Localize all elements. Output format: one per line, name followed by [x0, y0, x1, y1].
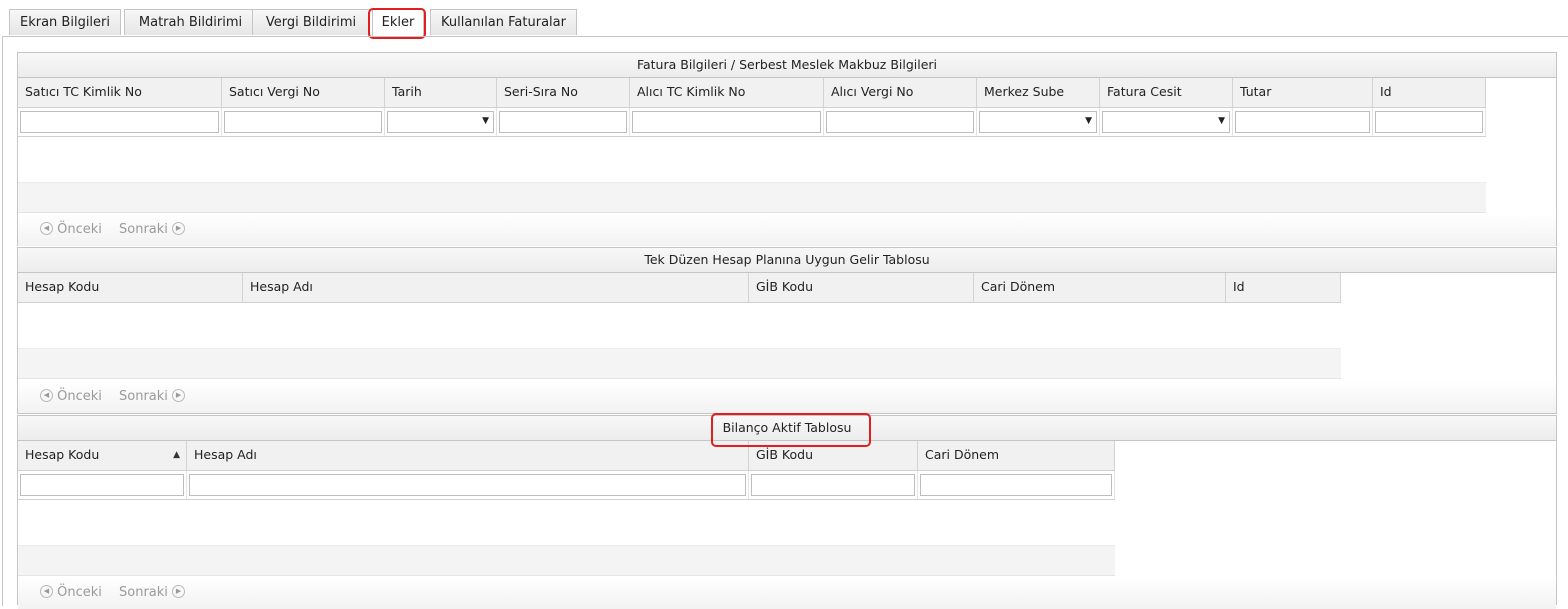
- filter-cell: [18, 108, 222, 136]
- panel-title: Tek Düzen Hesap Planına Uygun Gelir Tabl…: [18, 248, 1556, 273]
- column-header[interactable]: GİB Kodu: [749, 273, 974, 302]
- column-header[interactable]: Hesap Kodu: [18, 273, 243, 302]
- dropdown-arrow-icon: ▼: [1085, 116, 1092, 126]
- previous-page-button[interactable]: ◀ Önceki: [40, 577, 102, 609]
- satici-tc-filter-input[interactable]: [20, 111, 219, 133]
- panel-title: Bilanço Aktif Tablosu: [18, 416, 1556, 441]
- next-icon: ▶: [172, 222, 186, 235]
- gib-kodu-filter-input[interactable]: [751, 474, 915, 496]
- gelir-tablosu-panel: Tek Düzen Hesap Planına Uygun Gelir Tabl…: [17, 247, 1557, 414]
- fatura-bilgileri-panel: Fatura Bilgileri / Serbest Meslek Makbuz…: [17, 52, 1557, 246]
- column-header[interactable]: Satıcı TC Kimlik No: [18, 78, 222, 107]
- merkez-sube-filter-select[interactable]: ▼: [979, 111, 1097, 133]
- column-header[interactable]: Fatura Cesit: [1100, 78, 1233, 107]
- tutar-filter-input[interactable]: [1235, 111, 1370, 133]
- tab-vergi-bildirimi[interactable]: Vergi Bildirimi: [252, 9, 370, 35]
- bilanco-aktif-panel: Bilanço Aktif Tablosu Hesap Kodu ▲ Hesap …: [17, 415, 1557, 609]
- filter-cell: [824, 108, 977, 136]
- filter-cell: ▼: [1100, 108, 1233, 136]
- column-header[interactable]: Hesap Adı: [187, 441, 749, 470]
- filter-cell: ▼: [977, 108, 1100, 136]
- pager: ◀ Önceki Sonraki ▶: [18, 381, 1556, 413]
- id-filter-input[interactable]: [1375, 111, 1483, 133]
- alici-tc-filter-input[interactable]: [632, 111, 821, 133]
- tab-matrah-bildirimi[interactable]: Matrah Bildirimi: [124, 9, 257, 35]
- previous-label: Önceki: [57, 585, 102, 600]
- previous-icon: ◀: [40, 585, 53, 598]
- column-header[interactable]: GİB Kodu: [749, 441, 918, 470]
- column-header[interactable]: Seri-Sıra No: [497, 78, 630, 107]
- filter-cell: [1233, 108, 1373, 136]
- hesap-kodu-filter-input[interactable]: [20, 474, 184, 496]
- filter-cell: [187, 471, 749, 499]
- grid-row: [18, 545, 1115, 576]
- column-header[interactable]: Alıcı Vergi No: [824, 78, 977, 107]
- previous-page-button[interactable]: ◀ Önceki: [40, 214, 102, 246]
- next-icon: ▶: [172, 585, 186, 598]
- column-header[interactable]: Cari Dönem: [918, 441, 1115, 470]
- filter-cell: [630, 108, 824, 136]
- next-page-button[interactable]: Sonraki ▶: [119, 381, 186, 413]
- next-label: Sonraki: [119, 585, 168, 600]
- filter-cell: [749, 471, 918, 499]
- grid-header: Hesap Kodu ▲ Hesap Adı GİB Kodu Cari Döne…: [18, 441, 1115, 471]
- grid-header: Hesap Kodu Hesap Adı GİB Kodu Cari Dönem…: [18, 273, 1341, 303]
- dropdown-arrow-icon: ▼: [482, 116, 489, 126]
- cari-donem-filter-input[interactable]: [920, 474, 1112, 496]
- next-page-button[interactable]: Sonraki ▶: [119, 214, 186, 246]
- column-header[interactable]: Id: [1226, 273, 1341, 302]
- grid-row: [18, 182, 1486, 213]
- column-header[interactable]: Id: [1373, 78, 1486, 107]
- sort-ascending-icon: ▲: [173, 450, 180, 460]
- filter-row: [18, 471, 1115, 500]
- tab-ekler[interactable]: Ekler: [372, 9, 424, 37]
- tab-ekran-bilgileri[interactable]: Ekran Bilgileri: [9, 9, 121, 35]
- filter-cell: [1373, 108, 1486, 136]
- grid-row: [18, 348, 1341, 379]
- column-header[interactable]: Satıcı Vergi No: [222, 78, 385, 107]
- previous-page-button[interactable]: ◀ Önceki: [40, 381, 102, 413]
- satici-vergi-filter-input[interactable]: [224, 111, 382, 133]
- previous-icon: ◀: [40, 389, 53, 402]
- column-header[interactable]: Tutar: [1233, 78, 1373, 107]
- pager: ◀ Önceki Sonraki ▶: [18, 214, 1556, 246]
- column-header[interactable]: Hesap Adı: [243, 273, 749, 302]
- column-header[interactable]: Hesap Kodu ▲: [18, 441, 187, 470]
- column-header[interactable]: Merkez Sube: [977, 78, 1100, 107]
- next-page-button[interactable]: Sonraki ▶: [119, 577, 186, 609]
- previous-label: Önceki: [57, 222, 102, 237]
- filter-cell: ▼: [385, 108, 497, 136]
- previous-label: Önceki: [57, 389, 102, 404]
- filter-cell: [18, 471, 187, 499]
- next-icon: ▶: [172, 389, 186, 402]
- grid-header: Satıcı TC Kimlik No Satıcı Vergi No Tari…: [18, 78, 1486, 108]
- panel-title: Fatura Bilgileri / Serbest Meslek Makbuz…: [18, 53, 1556, 78]
- filter-cell: [918, 471, 1115, 499]
- column-header[interactable]: Cari Dönem: [974, 273, 1226, 302]
- column-header[interactable]: Alıcı TC Kimlik No: [630, 78, 824, 107]
- filter-cell: [222, 108, 385, 136]
- filter-row: ▼ ▼ ▼: [18, 108, 1486, 137]
- alici-vergi-filter-input[interactable]: [826, 111, 974, 133]
- filter-cell: [497, 108, 630, 136]
- hesap-adi-filter-input[interactable]: [189, 474, 746, 496]
- column-header[interactable]: Tarih: [385, 78, 497, 107]
- seri-sira-filter-input[interactable]: [499, 111, 627, 133]
- previous-icon: ◀: [40, 222, 53, 235]
- column-label: Hesap Kodu: [25, 447, 100, 462]
- dropdown-arrow-icon: ▼: [1218, 116, 1225, 126]
- tab-kullanilan-faturalar[interactable]: Kullanılan Faturalar: [430, 9, 577, 35]
- fatura-cesit-filter-select[interactable]: ▼: [1102, 111, 1230, 133]
- next-label: Sonraki: [119, 389, 168, 404]
- tarih-filter-select[interactable]: ▼: [387, 111, 494, 133]
- next-label: Sonraki: [119, 222, 168, 237]
- pager: ◀ Önceki Sonraki ▶: [18, 577, 1556, 609]
